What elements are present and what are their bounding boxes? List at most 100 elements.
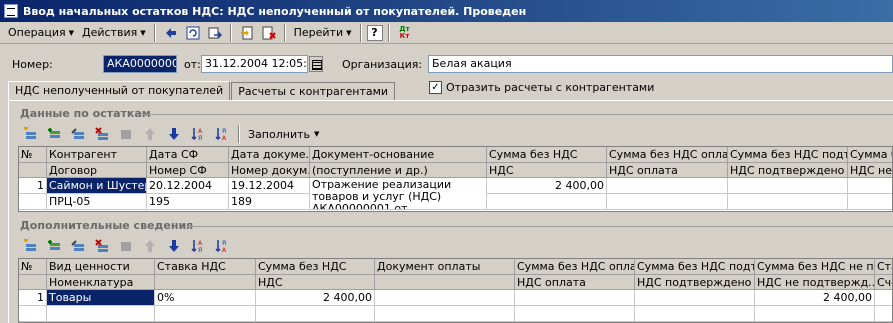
move-down-button[interactable] (163, 237, 185, 255)
cell-sum-confirmed[interactable] (635, 290, 755, 306)
col-header-nomenclature[interactable]: Номенклатура (47, 275, 155, 290)
cell-vat-paid[interactable] (515, 306, 635, 322)
col-header-counterparty[interactable]: Контрагент (47, 147, 147, 163)
reflect-checkbox[interactable]: ✓ (429, 81, 442, 94)
add-row-button[interactable] (19, 125, 41, 143)
cell-account[interactable] (875, 306, 892, 322)
cell-vat-paid[interactable] (607, 194, 728, 210)
cell-vat-unconfirmed[interactable] (848, 194, 892, 210)
cell-vat-unconfirmed[interactable] (755, 306, 875, 322)
cell-payment-doc[interactable] (375, 290, 515, 306)
back-arrow-button[interactable] (161, 24, 181, 42)
col-header-sum-unconfirmed[interactable]: Сумма б (848, 147, 892, 163)
col-header-sum-unconfirmed[interactable]: Сумма без НДС не п... (755, 259, 875, 275)
sort-desc-button[interactable]: ЯA (211, 125, 233, 143)
calendar-icon[interactable] (309, 56, 323, 72)
cell-doc-date[interactable]: 19.12.2004 (229, 178, 310, 194)
col-header-doc-date[interactable]: Дата докуме... (229, 147, 310, 163)
end-edit-button[interactable] (115, 125, 137, 143)
menu-actions[interactable]: Действия ▼ (78, 24, 150, 42)
cell-rate-extra[interactable] (875, 290, 892, 306)
col-header-vat-unconfirmed[interactable]: НДС не н (848, 163, 892, 178)
end-edit-button[interactable] (115, 237, 137, 255)
dt-kt-button[interactable]: Дт Кт (395, 24, 415, 42)
add-row-button[interactable] (19, 237, 41, 255)
col-header-sf-date[interactable]: Дата СФ (147, 147, 229, 163)
col-header-vat-confirmed[interactable]: НДС подтверждено 0 (635, 275, 755, 290)
col-header-basis-sub[interactable]: (поступление и др.) (310, 163, 487, 178)
copy-row-button[interactable] (43, 237, 65, 255)
copy-row-button[interactable] (43, 125, 65, 143)
tab-counterparty-settlements[interactable]: Расчеты с контрагентами (231, 82, 396, 101)
col-header-doc-number[interactable]: Номер докум... (229, 163, 310, 178)
sort-asc-button[interactable]: AЯ (187, 237, 209, 255)
edit-row-button[interactable] (67, 125, 89, 143)
col-header-vat-paid[interactable]: НДС оплата (607, 163, 728, 178)
help-button[interactable]: ? (366, 24, 383, 41)
fill-button[interactable]: Заполнить ▼ (244, 128, 323, 141)
organization-field[interactable]: Белая акация (428, 55, 893, 73)
col-header-account[interactable]: Сче (875, 275, 892, 290)
movements-button[interactable] (237, 24, 257, 42)
delete-row-button[interactable] (91, 125, 113, 143)
col-header-vat-unconfirmed[interactable]: НДС не подтвержд... (755, 275, 875, 290)
cell-vat[interactable] (487, 194, 607, 210)
number-field[interactable]: АКА00000002 (103, 55, 177, 73)
cell-blank[interactable] (375, 306, 515, 322)
cell-sum-unconfirmed[interactable]: 2 400,00 (755, 290, 875, 306)
cell-sf-date[interactable]: 20.12.2004 (147, 178, 229, 194)
delete-row-button[interactable] (91, 237, 113, 255)
col-header-number[interactable]: № (19, 259, 47, 275)
move-up-button[interactable] (139, 125, 161, 143)
col-header-basis[interactable]: Документ-основание (310, 147, 487, 163)
cell-vat-confirmed[interactable] (635, 306, 755, 322)
move-down-button[interactable] (163, 125, 185, 143)
col-header-vat[interactable]: НДС (487, 163, 607, 178)
cell-value-kind[interactable]: Товары (47, 290, 155, 306)
menu-operation[interactable]: Операция ▼ (4, 24, 78, 42)
col-header-sum-confirmed[interactable]: Сумма без НДС подт... (635, 259, 755, 275)
col-header-sum-confirmed[interactable]: Сумма без НДС подт... (728, 147, 848, 163)
col-header-sum[interactable]: Сумма без НДС (256, 259, 375, 275)
cell-doc-number[interactable]: 189 (229, 194, 310, 210)
menu-goto[interactable]: Перейти ▼ (290, 24, 356, 42)
col-header-vat[interactable]: НДС (256, 275, 375, 290)
sort-asc-button[interactable]: AЯ (187, 125, 209, 143)
cell-sum-unconfirmed[interactable] (848, 178, 892, 194)
unpost-button[interactable] (259, 24, 279, 42)
cell-sum-confirmed[interactable] (728, 178, 848, 194)
cell-counterparty[interactable]: Саймон и Шустер... (47, 178, 147, 194)
col-header-contract[interactable]: Договор (47, 163, 147, 178)
tab-vat-not-received[interactable]: НДС неполученный от покупателей (8, 81, 231, 101)
col-header-payment-doc[interactable]: Документ оплаты (375, 259, 515, 275)
col-header-rate-extra[interactable]: Ста (875, 259, 892, 275)
col-header-value-kind[interactable]: Вид ценности (47, 259, 155, 275)
col-header-vat-rate[interactable]: Ставка НДС (155, 259, 256, 275)
cell-blank[interactable] (155, 306, 256, 322)
cell-contract[interactable]: ПРЦ-05 (47, 194, 147, 210)
post-button[interactable] (205, 24, 225, 42)
col-header-sum-paid[interactable]: Сумма без НДС опла... (515, 259, 635, 275)
cell-sum[interactable]: 2 400,00 (487, 178, 607, 194)
sort-desc-button[interactable]: ЯA (211, 237, 233, 255)
col-header-vat-confirmed[interactable]: НДС подтверждено 0 (728, 163, 848, 178)
date-field[interactable]: 31.12.2004 12:05:00 (201, 55, 308, 73)
svg-text:Я: Я (198, 135, 202, 141)
cell-sum-paid[interactable] (515, 290, 635, 306)
cell-vat-confirmed[interactable] (728, 194, 848, 210)
col-header-sum-paid[interactable]: Сумма без НДС опла... (607, 147, 728, 163)
cell-sum[interactable]: 2 400,00 (256, 290, 375, 306)
edit-row-button[interactable] (67, 237, 89, 255)
col-header-sum[interactable]: Сумма без НДС (487, 147, 607, 163)
cell-vat-rate[interactable]: 0% (155, 290, 256, 306)
cell-sum-paid[interactable] (607, 178, 728, 194)
cell-nomenclature[interactable] (47, 306, 155, 322)
col-header-number[interactable]: № (19, 147, 47, 163)
move-up-button[interactable] (139, 237, 161, 255)
cell-vat[interactable] (256, 306, 375, 322)
cell-sf-number[interactable]: 195 (147, 194, 229, 210)
col-header-sf-number[interactable]: Номер СФ (147, 163, 229, 178)
col-header-vat-paid[interactable]: НДС оплата (515, 275, 635, 290)
cell-basis[interactable]: Отражение реализации товаров и услуг (НД… (310, 178, 487, 210)
refresh-button[interactable] (183, 24, 203, 42)
